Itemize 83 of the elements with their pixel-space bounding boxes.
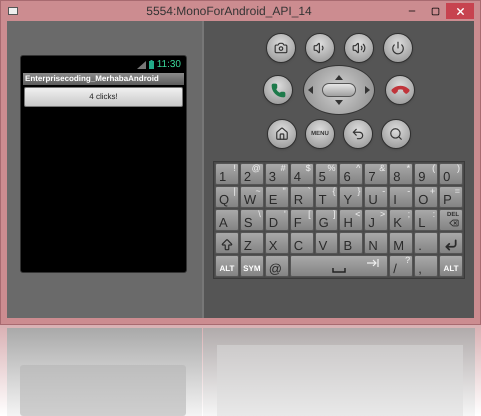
volume-down-icon [312,41,326,55]
keyboard-key[interactable]: S \ [240,209,264,231]
shift-icon [220,238,234,252]
keyboard-key[interactable]: B [339,232,364,254]
tab-icon [367,259,380,267]
keyboard-key[interactable]: 4 $ [290,163,314,185]
power-icon [390,41,404,55]
phone-icon [270,82,286,98]
keyboard-key[interactable]: L : [414,209,438,231]
keyboard-key[interactable]: G ] [314,209,338,231]
keyboard-key[interactable]: W ~ [240,186,264,208]
keyboard-key[interactable]: O + [414,186,438,208]
shift-key[interactable] [215,232,239,254]
down-arrow-icon [335,100,343,105]
left-arrow-icon [308,86,313,94]
close-icon [454,6,466,16]
keyboard-key[interactable]: A [215,209,239,231]
keyboard-key[interactable]: Y } [339,186,364,208]
keyboard-key[interactable]: T { [314,186,338,208]
keyboard-key[interactable]: ALT [215,255,239,277]
keyboard-key[interactable]: , [414,255,438,277]
backspace-icon [448,218,459,228]
camera-button[interactable] [266,33,296,63]
end-call-button[interactable] [385,75,415,105]
keyboard-key[interactable]: SYM [240,255,264,277]
keyboard-key[interactable]: Q | [215,186,239,208]
keyboard-key[interactable]: E " [264,186,289,208]
keyboard-key[interactable]: 8 * [389,163,414,185]
keyboard-key[interactable]: X [264,232,289,254]
keyboard-key[interactable]: I - [389,186,414,208]
keyboard-key[interactable]: 6 ^ [339,163,364,185]
keyboard-key[interactable]: 1 ! [215,163,239,185]
keyboard-key[interactable]: C [290,232,314,254]
home-icon [275,127,289,141]
keyboard-key[interactable]: 5 % [314,163,338,185]
keyboard-key[interactable]: P = [439,186,463,208]
keyboard-key[interactable]: 0 ) [439,163,463,185]
keyboard-key[interactable]: 9 ( [414,163,438,185]
enter-key[interactable] [439,232,463,254]
keyboard-key[interactable]: @ [264,255,289,277]
home-button[interactable] [267,119,297,149]
app-title-bar: Enterprisecoding_MerhabaAndroid [23,73,184,85]
search-icon [389,127,403,141]
volume-up-icon [352,41,366,55]
camera-icon [274,41,288,55]
keyboard-key[interactable]: U - [364,186,388,208]
app-icon [8,7,18,15]
keyboard-key[interactable]: . [414,232,438,254]
up-arrow-icon [335,75,343,80]
battery-icon [148,60,154,69]
keyboard-key[interactable]: ALT [439,255,463,277]
keyboard-key[interactable]: 7 & [364,163,388,185]
right-arrow-icon [365,86,370,94]
keyboard-key[interactable]: 3 # [264,163,289,185]
power-button[interactable] [382,33,412,63]
keyboard-key[interactable]: K ; [389,209,414,231]
close-button[interactable] [446,3,474,19]
search-button[interactable] [381,119,411,149]
click-button[interactable]: 4 clicks! [24,87,183,107]
volume-down-button[interactable] [304,33,334,63]
back-icon [351,127,365,141]
keyboard-key[interactable]: J > [364,209,388,231]
center-button[interactable] [322,83,356,97]
back-button[interactable] [343,119,373,149]
keyboard-key[interactable]: F [ [290,209,314,231]
keyboard-key[interactable]: D ' [264,209,289,231]
keyboard-key[interactable]: H < [339,209,364,231]
enter-icon [444,238,458,252]
keyboard-key[interactable]: N [364,232,388,254]
keyboard-key[interactable]: 2 @ [240,163,264,185]
window-title: 5554:MonoForAndroid_API_14 [145,3,313,20]
keyboard-key[interactable]: Z [240,232,264,254]
keyboard-key[interactable]: R ` [290,186,314,208]
keyboard-key[interactable]: M [389,232,414,254]
space-icon [332,268,346,273]
status-time: 11:30 [156,58,181,72]
signal-icon [136,60,146,68]
volume-up-button[interactable] [344,33,374,63]
keyboard-key[interactable]: / ? [389,255,414,277]
keyboard-key[interactable]: V [314,232,338,254]
maximize-icon [430,6,440,16]
call-button[interactable] [263,75,293,105]
space-key[interactable] [290,255,388,277]
